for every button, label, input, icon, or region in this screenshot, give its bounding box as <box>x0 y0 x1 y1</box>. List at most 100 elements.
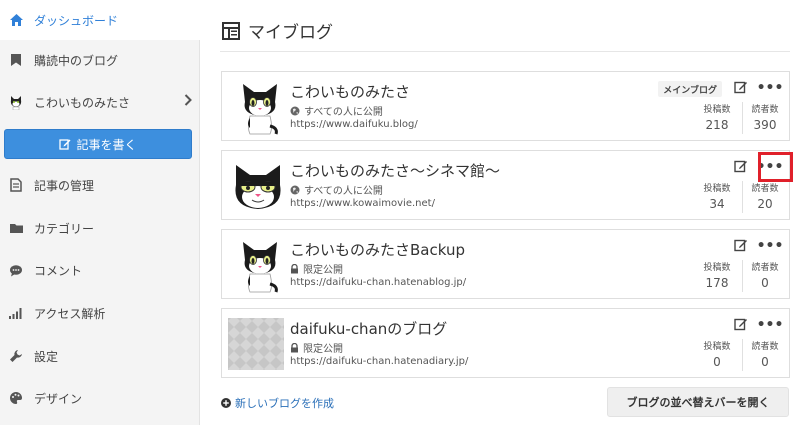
blog-avatar <box>232 78 288 136</box>
readers-label: 読者数 <box>751 184 779 194</box>
sidebar-item-blog[interactable]: こわいものみたさ <box>0 82 200 122</box>
new-blog-label: 新しいブログを作成 <box>235 397 334 410</box>
blog-url[interactable]: https://www.daifuku.blog/ <box>290 119 418 130</box>
edit-button[interactable] <box>733 79 749 97</box>
sidebar-item-label: こわいものみたさ <box>34 95 131 110</box>
lock-icon <box>290 342 299 353</box>
posts-value: 218 <box>705 118 729 132</box>
blog-name[interactable]: daifuku-chanのブログ <box>290 318 447 339</box>
sidebar-item-categories[interactable]: カテゴリー <box>0 208 200 248</box>
reorder-blogs-button[interactable]: ブログの並べ替えバーを開く <box>607 387 789 417</box>
more-icon: ••• <box>756 80 784 96</box>
readers-label: 読者数 <box>751 342 779 352</box>
blog-card[interactable]: こわいものみたさ～シネマ館～ すべての人に公開 https://www.kowa… <box>221 150 790 220</box>
more-icon: ••• <box>756 317 784 333</box>
readers-value: 0 <box>761 355 769 369</box>
posts-value: 178 <box>705 276 729 290</box>
readers-count: 読者数 20 <box>744 181 786 211</box>
visibility-text: すべての人に公開 <box>304 107 383 118</box>
readers-count: 読者数 0 <box>744 260 786 290</box>
document-icon <box>8 177 24 193</box>
sidebar-item-design[interactable]: デザイン <box>0 378 200 418</box>
edit-icon <box>734 316 748 335</box>
posts-label: 投稿数 <box>703 184 731 194</box>
divider <box>220 51 790 52</box>
blog-card[interactable]: こわいものみたさBackup 限定公開 https://daifuku-chan… <box>221 229 790 299</box>
posts-count: 投稿数 34 <box>696 181 738 211</box>
visibility-text: すべての人に公開 <box>304 186 383 197</box>
wrench-icon <box>8 348 24 364</box>
sidebar-item-label: コメント <box>34 263 83 278</box>
edit-icon <box>734 237 748 256</box>
sidebar-item-label: アクセス解析 <box>34 306 106 321</box>
blog-url[interactable]: https://daifuku-chan.hatenablog.jp/ <box>290 277 466 288</box>
edit-button[interactable] <box>733 316 749 334</box>
bookmark-icon <box>8 52 24 68</box>
blog-card[interactable]: こわいものみたさ すべての人に公開 https://www.daifuku.bl… <box>221 71 790 141</box>
readers-label: 読者数 <box>751 105 779 115</box>
posts-label: 投稿数 <box>703 342 731 352</box>
divider <box>742 260 743 292</box>
write-article-label: 記事を書く <box>76 137 137 152</box>
posts-count: 投稿数 0 <box>696 339 738 369</box>
plus-circle-icon <box>221 398 231 408</box>
edit-icon <box>734 158 748 177</box>
posts-label: 投稿数 <box>703 105 731 115</box>
bar-chart-icon <box>8 305 24 321</box>
sidebar-item-comments[interactable]: コメント <box>0 250 200 290</box>
sidebar-item-articles[interactable]: 記事の管理 <box>0 165 200 205</box>
cat-avatar-icon <box>8 94 24 110</box>
blog-url[interactable]: https://daifuku-chan.hatenadiary.jp/ <box>290 356 468 367</box>
visibility-text: 限定公開 <box>303 265 343 276</box>
blog-avatar <box>228 315 288 373</box>
more-options-button[interactable]: ••• <box>757 237 784 255</box>
posts-label: 投稿数 <box>703 263 731 273</box>
blog-visibility: 限定公開 <box>290 261 343 276</box>
blog-url[interactable]: https://www.kowaimovie.net/ <box>290 198 435 209</box>
blog-avatar <box>232 157 288 215</box>
posts-count: 投稿数 218 <box>696 102 738 132</box>
blog-visibility: 限定公開 <box>290 340 343 355</box>
write-article-button[interactable]: 記事を書く <box>4 129 192 159</box>
edit-icon <box>59 138 71 150</box>
edit-button[interactable] <box>733 158 749 176</box>
more-options-button[interactable]: ••• <box>757 316 784 334</box>
more-options-button[interactable]: ••• <box>757 79 784 97</box>
edit-button[interactable] <box>733 237 749 255</box>
visibility-text: 限定公開 <box>303 344 343 355</box>
main-blog-badge: メインブログ <box>658 81 722 97</box>
page-title-text: マイブログ <box>248 23 333 43</box>
divider <box>742 181 743 213</box>
dashboard-layout-icon <box>222 21 240 40</box>
posts-count: 投稿数 178 <box>696 260 738 290</box>
blog-name[interactable]: こわいものみたさ <box>290 81 410 102</box>
comment-icon <box>8 262 24 278</box>
folder-icon <box>8 220 24 236</box>
chevron-right-icon <box>184 94 192 110</box>
posts-value: 0 <box>713 355 721 369</box>
blog-name[interactable]: こわいものみたさ～シネマ館～ <box>290 160 500 181</box>
sidebar-item-dashboard[interactable]: ダッシュボード <box>0 0 200 40</box>
readers-count: 読者数 0 <box>744 339 786 369</box>
new-blog-link[interactable]: 新しいブログを作成 <box>221 395 334 411</box>
readers-label: 読者数 <box>751 263 779 273</box>
sidebar-item-analytics[interactable]: アクセス解析 <box>0 293 200 333</box>
globe-icon <box>290 106 300 116</box>
blog-name[interactable]: こわいものみたさBackup <box>290 239 465 260</box>
sidebar-item-label: 設定 <box>34 349 59 364</box>
blog-card[interactable]: daifuku-chanのブログ 限定公開 https://daifuku-ch… <box>221 308 790 378</box>
blog-visibility: すべての人に公開 <box>290 103 383 118</box>
sidebar-item-label: デザイン <box>34 391 83 406</box>
sidebar-item-settings[interactable]: 設定 <box>0 336 200 376</box>
sidebar-item-label: ダッシュボード <box>34 13 119 28</box>
sidebar-item-label: カテゴリー <box>34 221 95 236</box>
more-icon: ••• <box>756 238 784 254</box>
sidebar-item-subscriptions[interactable]: 購読中のブログ <box>0 40 200 80</box>
sidebar-item-label: 記事の管理 <box>34 178 95 193</box>
palette-icon <box>8 390 24 406</box>
posts-value: 34 <box>709 197 725 211</box>
readers-count: 読者数 390 <box>744 102 786 132</box>
readers-value: 20 <box>757 197 773 211</box>
sidebar-item-label: 購読中のブログ <box>34 53 119 68</box>
sidebar: ダッシュボード 購読中のブログ こわいものみたさ 記事を書く 記事の管理 カテゴ… <box>0 0 200 425</box>
